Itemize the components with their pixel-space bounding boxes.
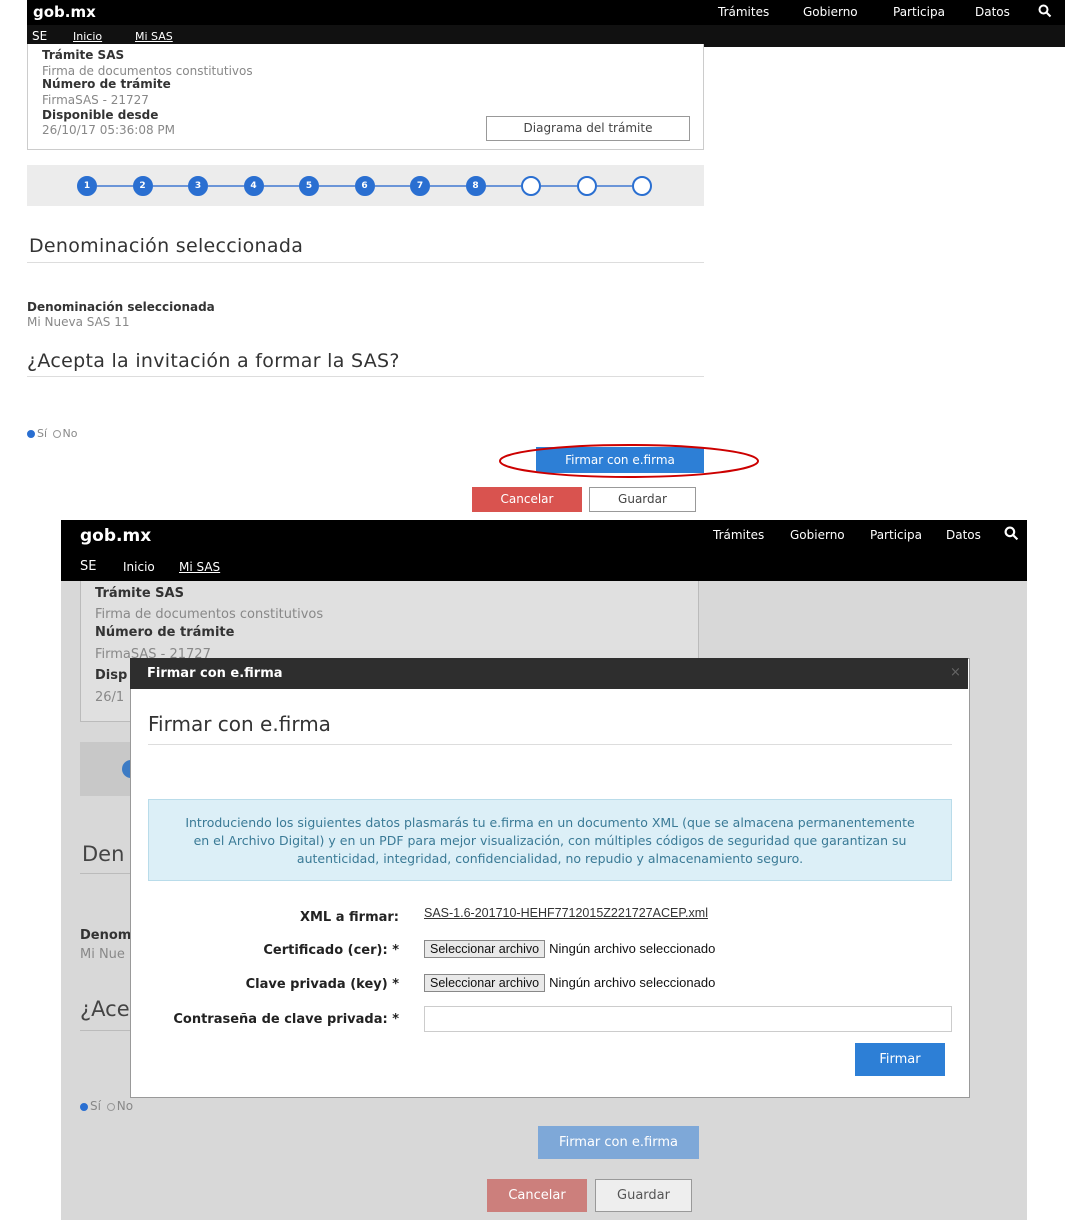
numero-label: Número de trámite — [95, 625, 235, 640]
diagram-button[interactable]: Diagrama del trámite — [486, 116, 690, 141]
divider — [27, 262, 704, 263]
step-5: 5 — [299, 176, 319, 196]
modal-title: Firmar con e.firma — [148, 712, 331, 736]
radio-no[interactable] — [52, 430, 61, 438]
step-connector — [263, 185, 299, 187]
step-7: 7 — [410, 176, 430, 196]
cancel-button[interactable]: Cancelar — [472, 487, 582, 512]
nav-tramites[interactable]: Trámites — [718, 5, 769, 19]
tramite-label: Trámite SAS — [95, 586, 184, 601]
step-connector — [152, 185, 188, 187]
step-connector — [97, 185, 133, 187]
radio-group: Sí No — [27, 427, 78, 440]
denominacion-label: Denominación seleccionada — [27, 300, 215, 314]
nav-datos[interactable]: Datos — [946, 528, 981, 542]
radio-no-label: No — [62, 427, 78, 440]
subnav-inicio[interactable]: Inicio — [123, 560, 155, 574]
info-text-line-1: Introduciendo los siguientes datos plasm… — [185, 815, 915, 830]
password-label: Contraseña de clave privada: * — [173, 1012, 399, 1027]
password-input[interactable] — [424, 1006, 952, 1032]
cer-label: Certificado (cer): * — [263, 943, 399, 958]
denominacion-value-partial: Mi Nue — [80, 947, 125, 962]
search-icon[interactable] — [1038, 4, 1052, 18]
step-connector — [374, 185, 410, 187]
section-heading-acepta: ¿Acepta la invitación a formar la SAS? — [27, 350, 400, 372]
step-9 — [521, 176, 541, 196]
section-heading-partial: Den — [82, 842, 125, 866]
no-file-text: Ningún archivo seleccionado — [549, 975, 716, 990]
key-label: Clave privada (key) * — [245, 977, 399, 992]
key-file-input[interactable]: Seleccionar archivo Ningún archivo selecc… — [424, 972, 715, 992]
info-alert: Introduciendo los siguientes datos plasm… — [148, 799, 952, 881]
step-6: 6 — [354, 176, 375, 196]
cer-file-input[interactable]: Seleccionar archivo Ningún archivo selecc… — [424, 938, 715, 958]
step-connector — [596, 185, 632, 187]
divider — [148, 744, 952, 745]
info-text-line-2: en el Archivo Digital) y en un PDF para … — [193, 833, 907, 848]
disponible-label-partial: Disp — [95, 668, 128, 683]
subnav-inicio[interactable]: Inicio — [73, 30, 102, 43]
nav-participa[interactable]: Participa — [893, 5, 945, 19]
step-11 — [632, 176, 652, 196]
step-8: 8 — [465, 176, 486, 196]
radio-no-label: No — [116, 1099, 134, 1113]
gobmx-logo[interactable]: gob.mx — [33, 3, 96, 21]
nav-tramites[interactable]: Trámites — [713, 528, 764, 542]
step-connector — [485, 185, 521, 187]
radio-si-label: Sí — [37, 427, 48, 440]
cancel-button[interactable]: Cancelar — [487, 1179, 587, 1212]
numero-value: FirmaSAS - 21727 — [42, 93, 149, 107]
divider — [27, 376, 704, 377]
step-connector — [541, 185, 577, 187]
modal-header-title: Firmar con e.firma — [147, 666, 283, 681]
denominacion-value: Mi Nueva SAS 11 — [27, 315, 130, 329]
select-file-button[interactable]: Seleccionar archivo — [424, 940, 546, 958]
step-3: 3 — [188, 176, 208, 196]
close-icon[interactable]: × — [950, 665, 961, 680]
no-file-text: Ningún archivo seleccionado — [549, 941, 716, 956]
radio-si-label: Sí — [90, 1099, 101, 1113]
subnav-brand: SE — [32, 29, 48, 43]
tramite-label: Trámite SAS — [42, 48, 125, 62]
xml-file-link[interactable]: SAS-1.6-201710-HEHF7712015Z221727ACEP.xm… — [424, 906, 708, 920]
nav-datos[interactable]: Datos — [975, 5, 1010, 19]
save-button[interactable]: Guardar — [589, 487, 696, 512]
step-10 — [576, 176, 597, 196]
firmar-submit-button[interactable]: Firmar — [855, 1043, 945, 1076]
numero-label: Número de trámite — [42, 77, 171, 91]
step-connector — [208, 185, 244, 187]
disponible-value: 26/10/17 05:36:08 PM — [42, 123, 176, 137]
search-icon[interactable] — [1004, 526, 1019, 541]
nav-gobierno[interactable]: Gobierno — [790, 528, 845, 542]
firmar-efirma-button[interactable]: Firmar con e.firma — [538, 1126, 699, 1159]
tramite-value: Firma de documentos constitutivos — [95, 607, 324, 622]
section-heading-denominacion: Denominación seleccionada — [29, 235, 304, 257]
save-button[interactable]: Guardar — [595, 1179, 692, 1212]
section-heading-partial-2: ¿Ace — [80, 997, 130, 1021]
nav-gobierno[interactable]: Gobierno — [803, 5, 858, 19]
gobmx-logo[interactable]: gob.mx — [80, 526, 151, 546]
select-file-button[interactable]: Seleccionar archivo — [424, 974, 546, 992]
subnav-mi-sas[interactable]: Mi SAS — [135, 30, 173, 43]
xml-label: XML a firmar: — [299, 910, 399, 925]
radio-group: Sí No — [80, 1099, 133, 1113]
nav-participa[interactable]: Participa — [870, 528, 922, 542]
disponible-value-partial: 26/1 — [95, 690, 125, 705]
subnav-brand: SE — [80, 559, 97, 574]
radio-si[interactable] — [27, 430, 35, 438]
step-4: 4 — [243, 176, 264, 196]
radio-no[interactable] — [106, 1102, 115, 1111]
step-1: 1 — [77, 176, 97, 196]
subnav-mi-sas[interactable]: Mi SAS — [179, 560, 220, 574]
denominacion-label-partial: Denom — [80, 928, 132, 943]
highlight-ellipse — [499, 444, 759, 478]
info-text-line-3: autenticidad, integridad, confidencialid… — [296, 851, 804, 866]
step-connector — [319, 185, 355, 187]
disponible-label: Disponible desde — [42, 108, 159, 122]
radio-si[interactable] — [80, 1102, 88, 1111]
step-connector — [430, 185, 466, 187]
step-2: 2 — [132, 176, 153, 196]
